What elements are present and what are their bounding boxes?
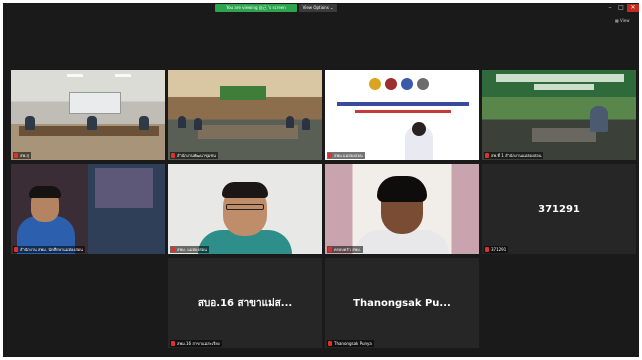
video-feed [482, 70, 636, 160]
mic-muted-icon [328, 153, 332, 158]
participant-name: 371291 [484, 246, 509, 253]
video-feed [168, 164, 322, 254]
video-tile[interactable]: สพม.แม่ฮ่องสอน [325, 70, 479, 160]
participant-name: สพม. แม่ฮ่องสอน [170, 246, 209, 253]
mic-muted-icon [328, 247, 332, 252]
participant-name: สพ.ที่ 1 สำนักงานแม่ฮ่องสอน [484, 152, 544, 159]
video-feed [11, 164, 165, 254]
close-icon[interactable]: ✕ [627, 4, 639, 12]
minimize-icon[interactable]: – [605, 4, 615, 12]
video-feed [325, 164, 479, 254]
top-bar: You are viewing 自己 's screen View Option… [3, 3, 639, 13]
video-tile[interactable]: สพ.สุ [11, 70, 165, 160]
participant-name: สำนักงาน สพม. นักศึกษาแม่ฮ่องสอน [13, 246, 85, 253]
mic-muted-icon [14, 153, 18, 158]
mic-muted-icon [328, 341, 332, 346]
video-tile[interactable]: สำนักงานพัฒนาชุมชน [168, 70, 322, 160]
participant-display-name: Thanongsak Pu... [353, 297, 451, 309]
video-tile[interactable]: สพ.ที่ 1 สำนักงานแม่ฮ่องสอน [482, 70, 636, 160]
participant-name: สพม.16 สาขาแม่สะเรียง [170, 340, 222, 347]
gallery-view-button[interactable]: ▦ View [615, 17, 637, 25]
mic-muted-icon [14, 247, 18, 252]
participant-display-name: สบอ.16 สาขาแม่ส... [197, 297, 293, 309]
video-tile[interactable]: สพม. แม่ฮ่องสอน [168, 164, 322, 254]
participant-name: สพม.แม่ฮ่องสอน [327, 152, 365, 159]
mic-muted-icon [485, 153, 489, 158]
mic-muted-icon [171, 341, 175, 346]
video-tile[interactable]: สำนักงาน สพม. นักศึกษาแม่ฮ่องสอน [11, 164, 165, 254]
view-options-button[interactable]: View Options ⌄ [299, 4, 337, 12]
video-feed [325, 70, 479, 160]
screen-share-notice[interactable]: You are viewing 自己 's screen [215, 4, 297, 12]
video-tile[interactable]: ครอบครัว สพม. [325, 164, 479, 254]
video-tile[interactable]: Thanongsak Pu... Thanongsak Punya [325, 258, 479, 348]
participant-name: ครอบครัว สพม. [327, 246, 364, 253]
mic-muted-icon [485, 247, 489, 252]
zoom-window: You are viewing 自己 's screen View Option… [3, 3, 639, 357]
video-feed [11, 70, 165, 160]
video-tile[interactable]: 371291 371291 [482, 164, 636, 254]
video-feed [168, 70, 322, 160]
participant-name: สพ.สุ [13, 152, 31, 159]
participant-display-name: 371291 [538, 203, 580, 215]
maximize-icon[interactable]: □ [616, 4, 626, 12]
mic-muted-icon [171, 247, 175, 252]
participant-name: สำนักงานพัฒนาชุมชน [170, 152, 218, 159]
participant-name: Thanongsak Punya [327, 340, 374, 347]
mic-muted-icon [171, 153, 175, 158]
video-tile[interactable]: สบอ.16 สาขาแม่ส... สพม.16 สาขาแม่สะเรียง [168, 258, 322, 348]
